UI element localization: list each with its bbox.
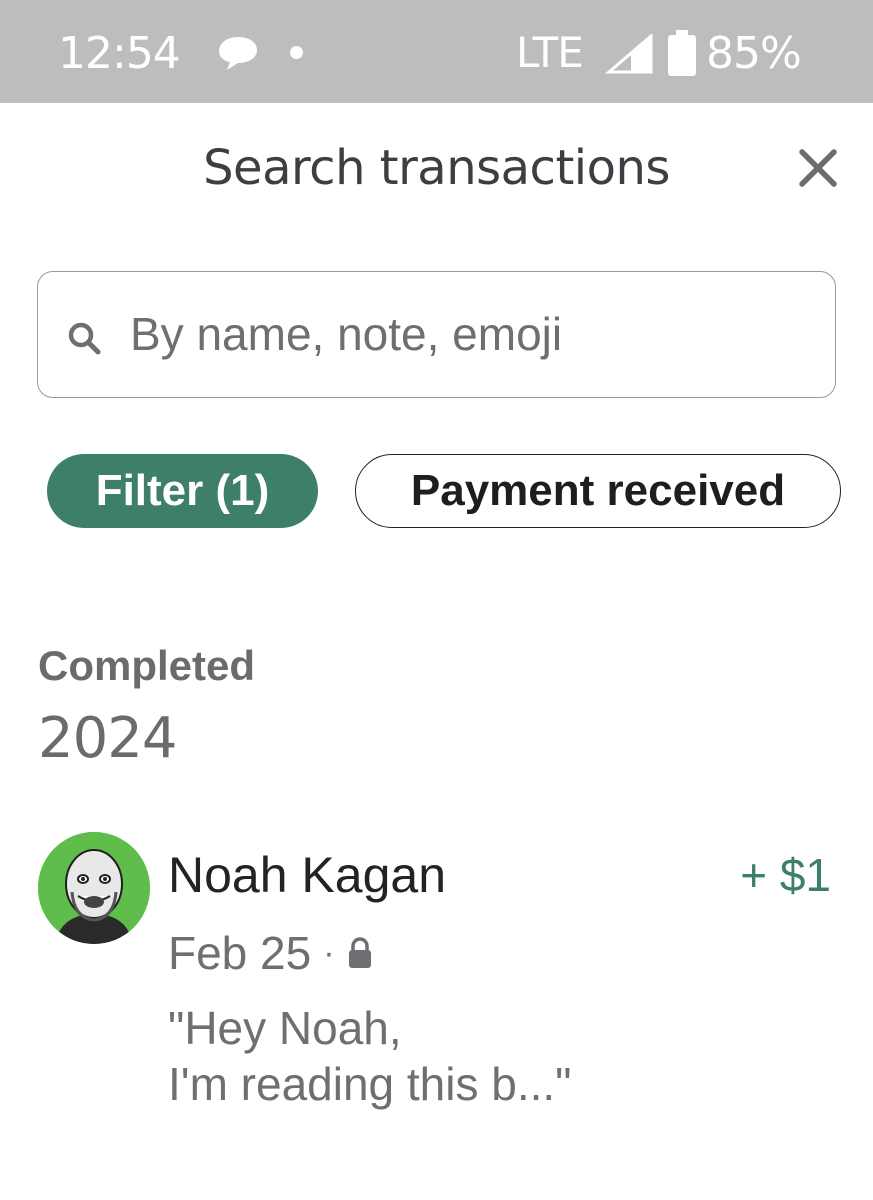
close-button[interactable] [790, 140, 846, 196]
transaction-meta: Feb 25 · [168, 926, 373, 980]
transaction-amount: + $1 [740, 849, 831, 901]
transaction-name: Noah Kagan [168, 847, 447, 903]
notification-dot-icon [290, 46, 303, 59]
search-icon [68, 322, 101, 355]
network-type: LTE [516, 28, 584, 77]
search-input[interactable] [130, 302, 810, 366]
transaction-date: Feb 25 [168, 927, 312, 979]
battery-icon [668, 30, 696, 76]
battery-percent: 85% [706, 28, 802, 79]
signal-icon [605, 34, 653, 74]
page-title: Search transactions [203, 140, 670, 196]
transaction-note: "Hey Noah, I'm reading this b..." [168, 1000, 572, 1112]
status-time: 12:54 [58, 28, 181, 79]
transaction-note-line-1: "Hey Noah, [168, 1002, 402, 1054]
lock-icon [348, 937, 371, 968]
section-status-heading: Completed [38, 642, 256, 689]
transaction-note-line-2: I'm reading this b..." [168, 1058, 572, 1110]
meta-separator: · [323, 933, 335, 972]
avatar-photo [38, 832, 150, 944]
close-icon [799, 149, 837, 187]
section-year-heading: 2024 [38, 706, 178, 771]
avatar [38, 832, 150, 944]
status-bar: 12:54 LTE 85% [0, 0, 873, 103]
filter-chip-payment-received[interactable]: Payment received [355, 454, 841, 528]
transaction-row[interactable]: Noah Kagan + $1 Feb 25 · "Hey Noah, I'm … [0, 820, 873, 1120]
message-bubble-icon [219, 37, 257, 70]
search-box[interactable] [37, 271, 836, 398]
filter-button[interactable]: Filter (1) [47, 454, 318, 528]
